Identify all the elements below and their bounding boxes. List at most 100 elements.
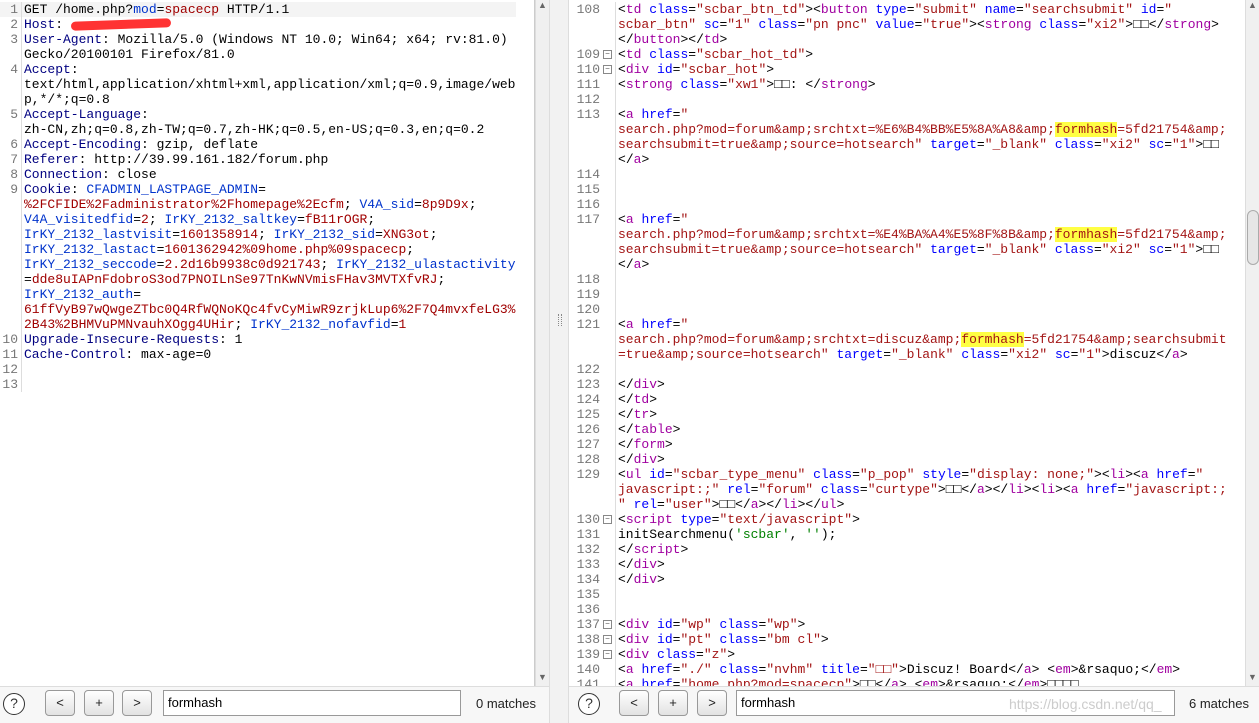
code-token: < [1008,677,1017,686]
fold-gutter [600,362,615,377]
line-number: 129 [576,467,600,482]
fold-gutter [600,317,615,362]
response-line: 135 [570,587,1227,602]
fold-gutter: − [600,632,615,647]
fold-collapse-icon[interactable]: − [603,515,612,524]
next-match-button[interactable]: > [697,690,727,716]
code-token: : http://39.99.161.182/forum.php [78,152,329,167]
code-token: = [1000,347,1009,362]
scroll-down-icon[interactable]: ▼ [538,672,547,682]
next-match-button[interactable]: > [122,690,152,716]
code-token: > [657,377,665,392]
fold-gutter [600,2,615,47]
scrollbar-thumb[interactable] [1247,210,1259,265]
line-text: <script type="text/javascript"> [615,512,860,527]
scroll-up-icon[interactable]: ▲ [1248,0,1257,10]
fold-gutter [600,587,615,602]
fold-collapse-icon[interactable]: − [603,620,612,629]
fold-gutter: − [600,647,615,662]
request-editor[interactable]: 1 GET /home.php?mod=spacecp HTTP/1.1 2 Host… [0,0,535,686]
fold-gutter [600,602,615,617]
line-number: 138 [576,632,600,647]
line-text: </td> [615,392,657,407]
request-scrollbar[interactable]: ▲ ▼ [535,0,549,686]
response-scrollbar[interactable]: ▲ ▼ [1245,0,1259,686]
code-token: > [899,662,907,677]
code-token: IrKY_2132_saltkey [164,212,298,227]
code-token: li [781,497,798,512]
code-token: div [625,647,650,662]
code-token: < [618,437,626,452]
scroll-down-icon[interactable]: ▼ [1248,672,1257,682]
line-text: Upgrade-Insecure-Requests: 1 [21,332,242,347]
code-token: ); [820,527,837,542]
code-token: > [727,647,736,662]
fold-collapse-icon[interactable]: − [603,65,612,74]
code-token: > [1070,662,1079,677]
code-token: ; [468,197,477,212]
previous-match-button[interactable]: < [45,690,75,716]
previous-match-button[interactable]: < [619,690,649,716]
code-token: "submit" [914,2,977,17]
request-text[interactable]: 1 GET /home.php?mod=spacecp HTTP/1.1 2 Host… [0,2,516,392]
add-button[interactable]: + [658,690,688,716]
code-token: IrKY_2132_lastact [24,242,157,257]
code-token: > [657,557,665,572]
code-token: < [618,152,626,167]
fold-collapse-icon[interactable]: − [603,650,612,659]
response-search-bar: ? < + > formhash https://blog.csdn.net/q… [569,686,1259,723]
code-token: 'scbar' [735,527,790,542]
line-number: 2 [10,17,18,32]
response-editor[interactable]: 108 <td class="scbar_btn_td"><button type… [570,0,1246,686]
fold-gutter [600,407,615,422]
code-token: / [625,152,634,167]
fold-collapse-icon[interactable]: − [603,50,612,59]
line-number: 3 [10,32,18,47]
line-text: <div class="z"> [615,647,735,662]
code-token: < [618,107,626,122]
code-token: > [820,632,829,647]
code-token: spacecp [164,2,220,17]
help-icon[interactable]: ? [578,693,600,715]
search-highlight: formhash [1054,122,1118,137]
line-text: </div> [615,377,665,392]
code-token: < [766,497,775,512]
scroll-up-icon[interactable]: ▲ [538,0,547,10]
code-token: "xi2" [1101,242,1141,257]
line-number: 139 [576,647,600,662]
code-token: > [719,32,728,47]
code-token: "xw1" [727,77,767,92]
code-token: ul [625,467,642,482]
code-token: < [618,632,626,647]
code-token: ; [320,257,337,272]
code-token: href [1086,482,1118,497]
code-token: class [758,17,798,32]
code-token: script [633,542,681,557]
code-token: "text/javascript" [719,512,853,527]
response-line: 121 <a href=" search.php?mod=forum&amp;sr… [570,317,1227,362]
code-token: = [133,212,142,227]
code-token: < [813,2,821,17]
fold-collapse-icon[interactable]: − [603,635,612,644]
code-token: target [836,347,884,362]
code-token: em [1156,662,1173,677]
code-token: a [625,677,634,686]
code-token: script [625,512,673,527]
code-token: tr [633,407,650,422]
line-text: </table> [615,422,680,437]
search-input[interactable]: formhash [163,690,461,716]
code-token: "pn pnc" [805,17,868,32]
help-icon[interactable]: ? [3,693,25,715]
add-button[interactable]: + [84,690,114,716]
code-token: Referer [24,152,79,167]
line-number: 111 [576,77,600,92]
code-token: > [1125,467,1134,482]
response-line: 141 <a href="home.php?mod=spacecp">□□</a>… [570,677,1227,686]
code-token: XNG3ot [382,227,430,242]
pane-splitter[interactable] [549,0,569,723]
response-line: 134 </div> [570,572,1227,587]
response-text[interactable]: 108 <td class="scbar_btn_td"><button type… [570,2,1227,686]
